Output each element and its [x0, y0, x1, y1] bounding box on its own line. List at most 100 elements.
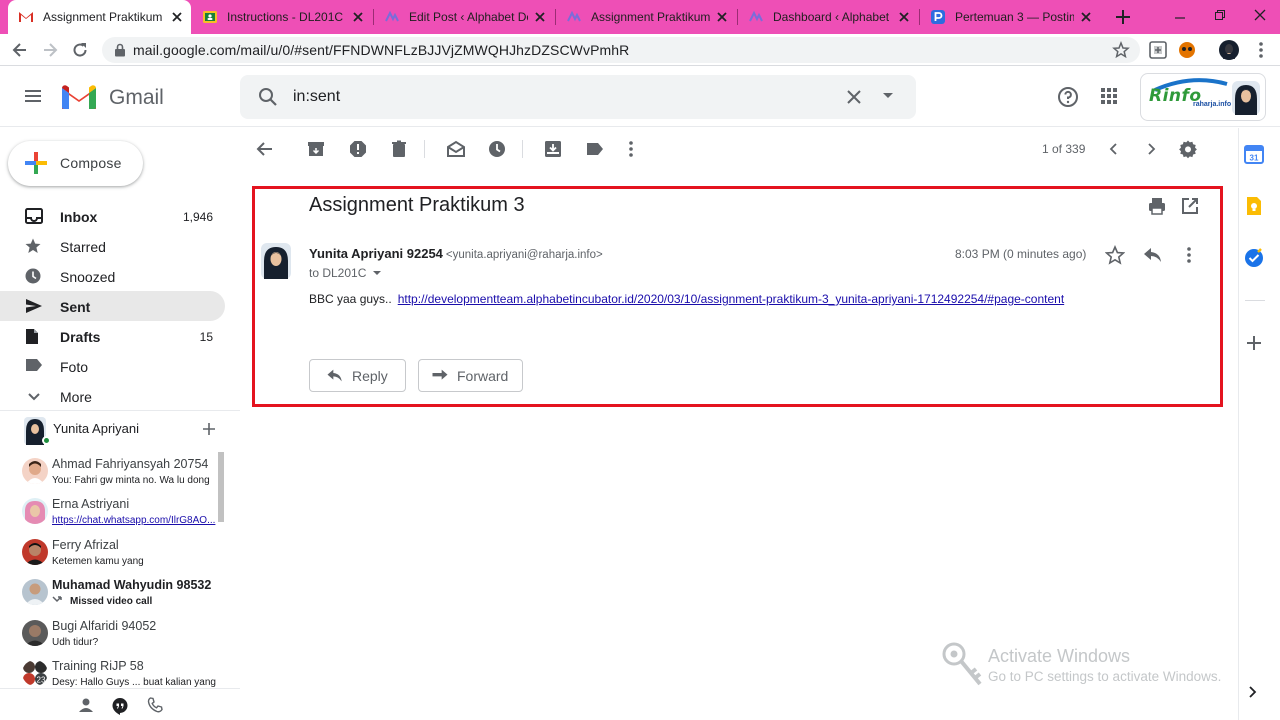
sidebar-item-label: Foto	[60, 359, 89, 375]
body-link[interactable]: http://developmentteam.alphabetincubator…	[398, 292, 1064, 306]
message-body: BBC yaa guys.. http://developmentteam.alp…	[309, 292, 1064, 306]
report-spam-icon[interactable]	[348, 139, 368, 159]
browser-menu-icon[interactable]	[1250, 39, 1272, 61]
reply-icon[interactable]	[1143, 246, 1163, 264]
hangouts-icon[interactable]	[111, 697, 129, 715]
list-item[interactable]: Ahmad Fahriyansyah 20754 You: Fahri gw m…	[0, 452, 225, 492]
tab-postimage[interactable]: Pertemuan 3 — Postima	[920, 0, 1100, 34]
list-item[interactable]: Erna Astriyani https://chat.whatsapp.com…	[0, 492, 225, 532]
get-addons-plus-icon[interactable]	[1244, 333, 1264, 353]
close-window-button[interactable]	[1240, 0, 1280, 30]
tab-dashboard[interactable]: Dashboard ‹ Alphabet D	[738, 0, 918, 34]
main-menu-icon[interactable]	[22, 85, 44, 107]
settings-gear-icon[interactable]	[1178, 139, 1198, 159]
sidebar-item-starred[interactable]: Starred	[0, 231, 225, 261]
sidebar-item-label: Starred	[60, 239, 106, 255]
search-bar[interactable]: in:sent	[240, 75, 916, 119]
new-tab-icon[interactable]	[1113, 7, 1133, 27]
tab-title: Assignment Praktikum 3	[591, 10, 710, 24]
keep-icon[interactable]	[1244, 196, 1264, 216]
older-chevron-right-icon[interactable]	[1141, 139, 1161, 159]
contact-last-message: Udh tidur?	[52, 636, 99, 648]
message-action-bar: 1 of 339	[240, 128, 1225, 170]
close-tab-icon[interactable]	[898, 11, 910, 23]
phone-icon[interactable]	[147, 697, 163, 713]
minimize-button[interactable]	[1160, 0, 1200, 30]
newer-chevron-left-icon[interactable]	[1104, 139, 1124, 159]
more-message-options-icon[interactable]	[1179, 245, 1199, 265]
close-tab-icon[interactable]	[1080, 11, 1092, 23]
show-details-caret-icon[interactable]	[372, 270, 382, 276]
back-icon[interactable]	[10, 40, 30, 60]
sidebar-item-sent[interactable]: Sent	[0, 291, 225, 321]
close-tab-icon[interactable]	[352, 11, 364, 23]
move-to-icon[interactable]	[543, 139, 563, 159]
screenshot-extension-icon[interactable]	[1147, 39, 1169, 61]
close-tab-icon[interactable]	[716, 11, 728, 23]
extension-face-icon[interactable]	[1176, 39, 1198, 61]
close-tab-icon[interactable]	[171, 11, 183, 23]
sidebar-item-foto[interactable]: Foto	[0, 351, 225, 381]
compose-button[interactable]: Compose	[8, 141, 143, 186]
contact-last-message: Missed video call	[52, 596, 218, 607]
person-icon[interactable]	[78, 697, 94, 713]
archive-icon[interactable]	[306, 139, 326, 159]
recipient-line[interactable]: to DL201C	[309, 266, 382, 280]
close-tab-icon[interactable]	[534, 11, 546, 23]
sidebar-item-drafts[interactable]: Drafts 15	[0, 321, 225, 351]
contact-avatar	[22, 538, 48, 565]
sender-name[interactable]: Yunita Apriyani 92254	[309, 246, 443, 261]
tab-gmail[interactable]: Assignment Praktikum 3 -	[8, 0, 191, 34]
add-contact-icon[interactable]	[202, 422, 216, 436]
list-item[interactable]: Bugi Alfaridi 94052 Udh tidur?	[0, 614, 225, 654]
sidebar-item-snoozed[interactable]: Snoozed	[0, 261, 225, 291]
apps-grid-icon[interactable]	[1099, 86, 1119, 106]
labels-icon[interactable]	[585, 139, 605, 159]
online-status-dot	[42, 436, 51, 445]
sidebar-item-more[interactable]: More	[0, 381, 225, 411]
contact-last-message-link[interactable]: https://chat.whatsapp.com/IlrG8AO...	[52, 515, 218, 526]
profile-avatar-icon[interactable]	[1218, 39, 1240, 61]
star-message-icon[interactable]	[1105, 245, 1125, 265]
sidebar-item-inbox[interactable]: Inbox 1,946	[0, 201, 225, 231]
account-switcher[interactable]: Rinfo raharja.info	[1140, 73, 1266, 121]
open-new-window-icon[interactable]	[1181, 197, 1199, 215]
sender-avatar[interactable]	[261, 243, 291, 279]
forward-button[interactable]: Forward	[418, 359, 523, 392]
account-avatar[interactable]	[1232, 81, 1260, 115]
tab-title: Dashboard ‹ Alphabet D	[773, 10, 892, 24]
search-icon[interactable]	[256, 85, 280, 109]
reply-button[interactable]: Reply	[309, 359, 406, 392]
forward-icon[interactable]	[40, 40, 60, 60]
watermark-title: Activate Windows	[988, 646, 1131, 666]
search-input[interactable]: in:sent	[293, 88, 340, 106]
snooze-icon[interactable]	[487, 139, 507, 159]
clear-search-icon[interactable]	[844, 87, 864, 107]
list-item[interactable]: Muhamad Wahyudin 98532 Missed video call	[0, 573, 225, 613]
list-item[interactable]: 23 Training RiJP 58 Desy: Hallo Guys ...…	[0, 654, 225, 688]
delete-icon[interactable]	[389, 139, 409, 159]
tab-edit-post[interactable]: Edit Post ‹ Alphabet Dev	[374, 0, 554, 34]
calendar-icon[interactable]: 31	[1244, 144, 1264, 164]
help-icon[interactable]	[1057, 86, 1079, 108]
contacts-scrollbar[interactable]	[218, 452, 224, 522]
more-actions-icon[interactable]	[621, 139, 641, 159]
body-text: BBC yaa guys..	[309, 292, 392, 306]
tasks-icon[interactable]	[1244, 248, 1264, 268]
search-options-caret-icon[interactable]	[882, 92, 894, 100]
lock-icon[interactable]	[114, 43, 126, 57]
tab-assignment[interactable]: Assignment Praktikum 3	[556, 0, 736, 34]
gmail-logo-icon[interactable]	[60, 83, 98, 111]
list-item[interactable]: Ferry Afrizal Ketemen kamu yang	[0, 533, 225, 573]
hangouts-me[interactable]: Yunita Apriyani	[0, 410, 240, 448]
print-icon[interactable]	[1148, 197, 1166, 215]
reload-icon[interactable]	[70, 40, 90, 60]
message-subject: Assignment Praktikum 3	[309, 194, 525, 216]
bookmark-star-icon[interactable]	[1112, 41, 1130, 59]
address-bar[interactable]: mail.google.com/mail/u/0/#sent/FFNDWNFLz…	[102, 37, 1140, 63]
expand-side-panel-chevron-icon[interactable]	[1246, 685, 1260, 699]
mark-unread-icon[interactable]	[446, 139, 466, 159]
restore-button[interactable]	[1200, 0, 1240, 30]
tab-classroom[interactable]: Instructions - DL201C - S	[192, 0, 372, 34]
back-to-sent-icon[interactable]	[255, 139, 275, 159]
